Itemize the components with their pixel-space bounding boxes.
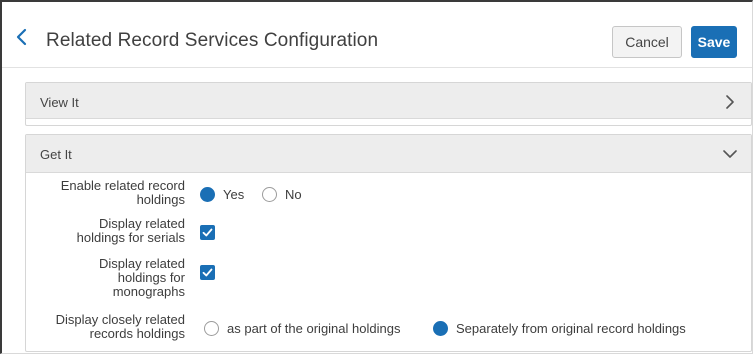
radio-as-part[interactable] bbox=[204, 321, 219, 336]
label-line: holdings bbox=[136, 192, 185, 207]
chevron-right-icon bbox=[723, 95, 737, 109]
page-header: Related Record Services Configuration Ca… bbox=[2, 2, 752, 68]
chevron-down-icon bbox=[723, 147, 737, 161]
page-title: Related Record Services Configuration bbox=[46, 30, 379, 51]
radio-no[interactable] bbox=[262, 187, 277, 202]
save-button[interactable]: Save bbox=[691, 26, 737, 58]
label-line: monographs bbox=[112, 284, 185, 299]
label-line: Display related bbox=[99, 256, 185, 271]
field-monographs: Display related holdings for monographs bbox=[26, 257, 751, 301]
section-header-get-it[interactable]: Get It bbox=[26, 135, 751, 173]
monographs-checkbox[interactable] bbox=[200, 265, 215, 280]
check-icon bbox=[202, 228, 213, 237]
label-line: Enable related record bbox=[60, 178, 185, 193]
field-serials: Display related holdings for serials bbox=[26, 217, 751, 247]
field-label: Enable related record holdings bbox=[15, 179, 185, 207]
field-enable-related: Enable related record holdings Yes No bbox=[26, 179, 751, 209]
label-line: holdings for serials bbox=[76, 230, 185, 245]
chevron-left-icon[interactable] bbox=[14, 28, 30, 46]
cancel-button[interactable]: Cancel bbox=[612, 26, 682, 58]
section-header-view-it[interactable]: View It bbox=[26, 83, 751, 119]
section-view-it: View It bbox=[25, 82, 752, 126]
label-line: Display closely related bbox=[55, 312, 185, 327]
radio-as-part-label[interactable]: as part of the original holdings bbox=[227, 321, 400, 336]
radio-separately-label[interactable]: Separately from original record holdings bbox=[456, 321, 686, 336]
field-label: Display related holdings for serials bbox=[15, 217, 185, 245]
radio-yes-label[interactable]: Yes bbox=[223, 187, 244, 202]
field-label: Display closely related records holdings bbox=[15, 313, 185, 341]
section-title: View It bbox=[40, 95, 79, 110]
check-icon bbox=[202, 268, 213, 277]
field-closely-related: Display closely related records holdings… bbox=[26, 311, 751, 345]
label-line: Display related bbox=[99, 216, 185, 231]
radio-separately[interactable] bbox=[433, 321, 448, 336]
radio-no-label[interactable]: No bbox=[285, 187, 302, 202]
serials-checkbox[interactable] bbox=[200, 225, 215, 240]
label-line: records holdings bbox=[89, 326, 185, 341]
section-get-it: Get It Enable related record holdings Ye… bbox=[25, 134, 752, 352]
app-window: Related Record Services Configuration Ca… bbox=[0, 0, 753, 354]
radio-yes[interactable] bbox=[200, 187, 215, 202]
section-title: Get It bbox=[40, 147, 72, 162]
field-label: Display related holdings for monographs bbox=[15, 257, 185, 299]
label-line: holdings for bbox=[117, 270, 185, 285]
